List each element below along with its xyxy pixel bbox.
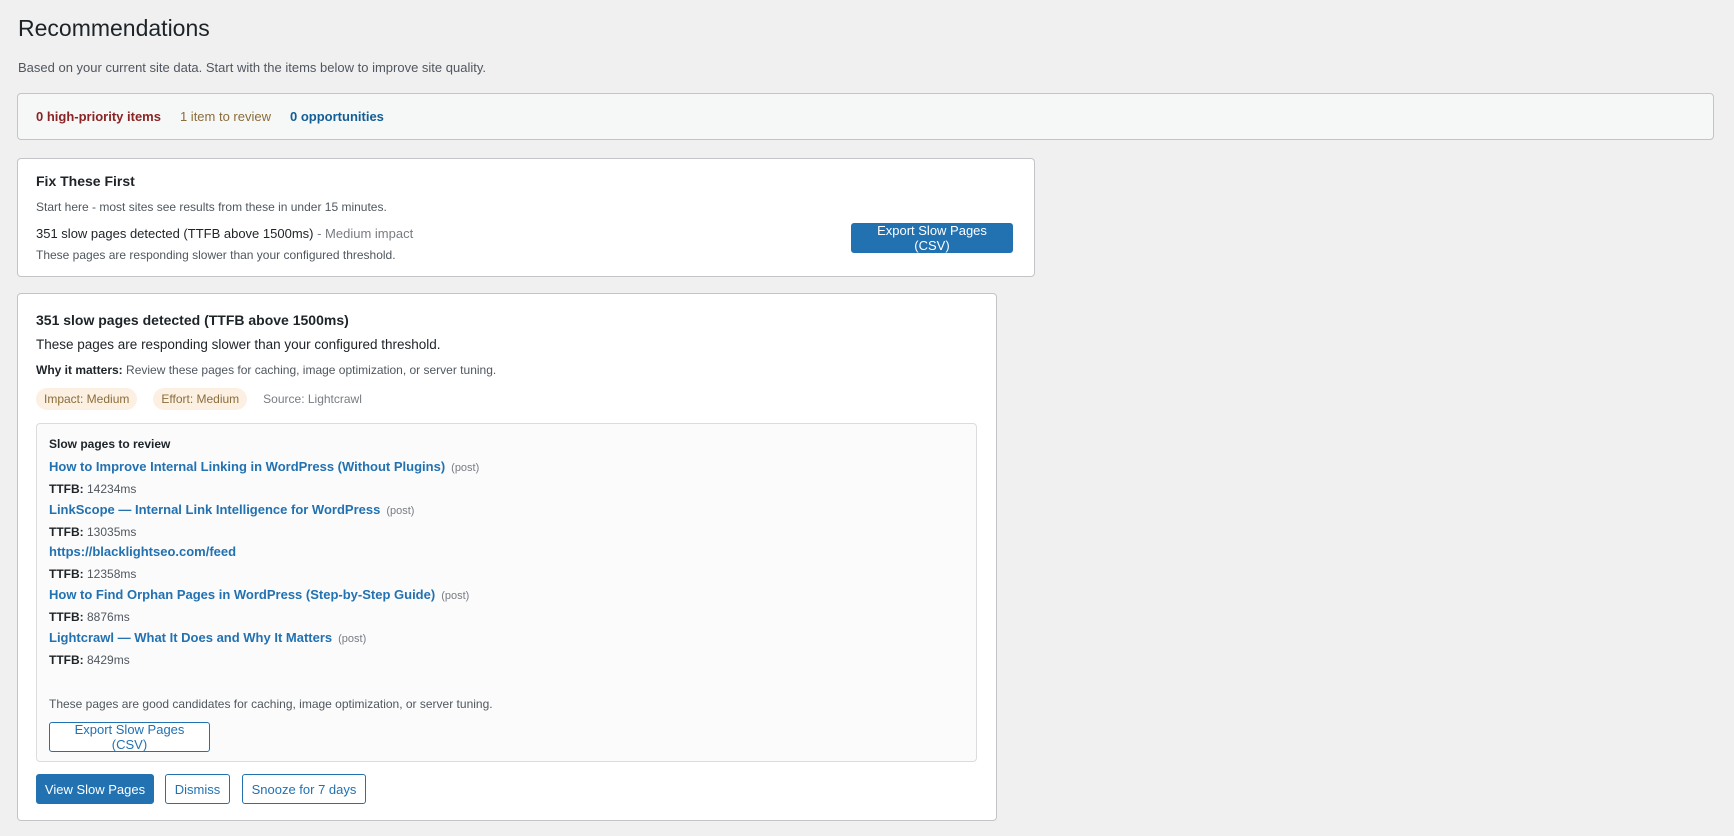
list-item: https://blacklightseo.com/feed TTFB: 123… [49,543,949,581]
dismiss-button[interactable]: Dismiss [165,774,230,804]
page-title: Recommendations [18,15,210,41]
list-item: Lightcrawl — What It Does and Why It Mat… [49,629,949,667]
fix-first-issue-impact: - Medium impact [313,226,414,241]
export-slow-pages-button[interactable]: Export Slow Pages (CSV) [851,223,1013,253]
ttfb-label: TTFB: [49,482,84,496]
page-link[interactable]: How to Find Orphan Pages in WordPress (S… [49,587,435,602]
detail-tags: Impact: Medium Effort: Medium Source: Li… [36,388,362,410]
summary-high-priority: 0 high-priority items [36,109,161,124]
why-it-matters-text: Review these pages for caching, image op… [122,363,497,377]
page-link[interactable]: https://blacklightseo.com/feed [49,544,236,559]
why-it-matters-label: Why it matters: [36,363,123,377]
page-type: (post) [386,505,415,517]
snooze-button[interactable]: Snooze for 7 days [242,774,366,804]
view-slow-pages-button[interactable]: View Slow Pages [36,774,154,804]
page-intro: Based on your current site data. Start w… [18,60,486,75]
page-type: (post) [451,462,480,474]
slow-pages-detail-card: 351 slow pages detected (TTFB above 1500… [17,293,997,821]
ttfb-label: TTFB: [49,525,84,539]
page-link[interactable]: Lightcrawl — What It Does and Why It Mat… [49,630,332,645]
ttfb-value: 14234ms [87,482,137,496]
fix-first-issue: 351 slow pages detected (TTFB above 1500… [36,226,413,241]
fix-first-card: Fix These First Start here - most sites … [17,158,1035,277]
impact-tag: Impact: Medium [36,388,138,410]
page-type: (post) [441,590,470,602]
detail-title: 351 slow pages detected (TTFB above 1500… [36,312,349,328]
summary-opportunities: 0 opportunities [290,109,384,124]
fix-first-title: Fix These First [36,173,135,189]
fix-first-issue-title: 351 slow pages detected (TTFB above 1500… [36,226,314,241]
ttfb-label: TTFB: [49,653,84,667]
list-item: LinkScope — Internal Link Intelligence f… [49,501,949,539]
slow-pages-panel: Slow pages to review How to Improve Inte… [36,423,977,762]
list-item: How to Find Orphan Pages in WordPress (S… [49,586,949,624]
summary-to-review: 1 item to review [179,109,272,124]
ttfb-value: 12358ms [87,567,137,581]
page-link[interactable]: LinkScope — Internal Link Intelligence f… [49,502,380,517]
ttfb-value: 13035ms [87,525,137,539]
panel-note: These pages are good candidates for cach… [49,697,493,711]
source-label: Source: Lightcrawl [263,392,362,406]
ttfb-value: 8876ms [87,610,130,624]
page-ttfb: TTFB: 14234ms [49,482,949,496]
export-slow-pages-panel-button[interactable]: Export Slow Pages (CSV) [49,722,210,752]
page-type: (post) [338,633,367,645]
page-link[interactable]: How to Improve Internal Linking in WordP… [49,459,445,474]
fix-first-subtitle: Start here - most sites see results from… [36,200,387,214]
ttfb-value: 8429ms [87,653,130,667]
summary-bar: 0 high-priority items 1 item to review 0… [17,93,1714,140]
detail-description: These pages are responding slower than y… [36,337,441,352]
ttfb-label: TTFB: [49,567,84,581]
page-ttfb: TTFB: 8876ms [49,610,949,624]
fix-first-issue-desc: These pages are responding slower than y… [36,248,396,262]
page-ttfb: TTFB: 13035ms [49,525,949,539]
slow-pages-heading: Slow pages to review [49,437,171,451]
effort-tag: Effort: Medium [153,388,248,410]
list-item: How to Improve Internal Linking in WordP… [49,458,949,496]
page-ttfb: TTFB: 8429ms [49,653,949,667]
ttfb-label: TTFB: [49,610,84,624]
page-ttfb: TTFB: 12358ms [49,567,949,581]
why-it-matters: Why it matters: Review these pages for c… [36,363,496,377]
